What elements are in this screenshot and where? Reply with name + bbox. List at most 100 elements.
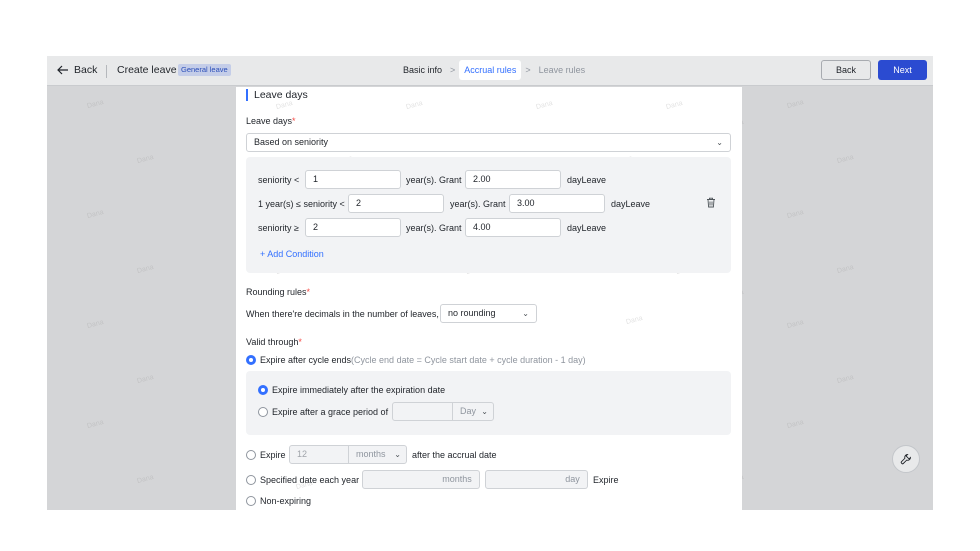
expire-unit-select[interactable]: months ⌄ [348,445,407,464]
watermark: Dana [136,373,155,386]
condition-2-suffix: dayLeave [611,199,651,209]
chevron-down-icon: ⌄ [481,407,488,416]
back-link[interactable]: Back [57,64,97,76]
step-basic-info[interactable]: Basic info [399,60,446,80]
watermark: Dana [786,418,805,431]
condition-1-years-input[interactable]: 1 [305,170,401,189]
watermark: Dana [786,318,805,331]
chevron-right-icon: > [450,65,456,75]
leave-days-label: Leave days* [246,116,296,126]
radio-expire-grace-period[interactable] [258,407,268,417]
watermark: Dana [86,208,105,221]
watermark: Dana [136,263,155,276]
app-frame: Dana Dana Dana Dana Dana Dana Dana Dana … [47,56,933,510]
condition-1-suffix: dayLeave [567,175,607,185]
section-title: Leave days [246,89,308,101]
step-leave-rules[interactable]: Leave rules [535,60,590,80]
radio-specified-date[interactable] [246,475,256,485]
specified-date-label: Specified date each year [260,475,360,485]
rounding-desc: When there're decimals in the number of … [246,309,439,319]
grace-period-label: Expire after a grace period of [272,407,389,417]
add-condition-link[interactable]: + Add Condition [260,248,324,260]
back-label: Back [74,64,98,76]
chevron-down-icon: ⌄ [716,138,723,147]
months-unit: months [435,470,480,489]
watermark: Dana [836,373,855,386]
condition-3-years-input[interactable]: 2 [305,218,401,237]
watermark: Dana [275,99,294,112]
rounding-select[interactable]: no rounding ⌄ [440,304,537,323]
stepper: Basic info > Accrual rules > Leave rules [399,60,589,80]
expire-after-cycle-option: Expire after cycle ends(Cycle end date =… [260,354,586,366]
back-button[interactable]: Back [821,60,871,80]
condition-1-prefix: seniority < [258,175,300,185]
wrench-icon [900,454,911,465]
required-mark: * [292,116,296,126]
watermark: Dana [405,99,424,112]
grace-period-unit-select[interactable]: Day ⌄ [452,402,494,421]
radio-expire-immediately[interactable] [258,385,268,395]
chevron-down-icon: ⌄ [522,309,529,318]
specified-month-input[interactable] [362,470,436,489]
valid-through-label: Valid through* [246,337,302,347]
leave-days-basis-select[interactable]: Based on seniority ⌄ [246,133,731,152]
required-mark: * [298,337,302,347]
step-accrual-rules[interactable]: Accrual rules [459,60,522,80]
trash-icon[interactable] [706,197,716,208]
condition-2-years-input[interactable]: 2 [348,194,444,213]
watermark: Dana [786,208,805,221]
next-button[interactable]: Next [878,60,927,80]
top-bar: Back Create leave General leave Basic in… [47,56,933,86]
cycle-end-hint: (Cycle end date = Cycle start date + cyc… [351,355,586,365]
required-mark: * [306,287,311,297]
chevron-right-icon: > [525,65,531,75]
form-panel: Leave days Dana Dana Dana Dana Dana Dana… [236,87,742,510]
watermark: Dana [665,99,684,112]
condition-1-grant-input[interactable]: 2.00 [465,170,561,189]
expire-immediately-label: Expire immediately after the expiration … [272,385,446,395]
specified-day-input[interactable] [485,470,559,489]
arrow-left-icon [57,65,68,75]
leave-type-badge: General leave [178,64,231,76]
radio-non-expiring[interactable] [246,496,256,506]
condition-3-prefix: seniority ≥ [258,223,299,233]
rounding-rules-label: Rounding rules* [246,287,310,297]
day-unit: day [558,470,588,489]
watermark: Dana [136,153,155,166]
condition-1-grant-text: year(s). Grant [406,175,462,185]
expire-after-cycle-label: Expire after cycle ends [260,355,352,365]
condition-2-prefix: 1 year(s) ≤ seniority < [258,199,345,209]
grace-period-unit: Day [460,406,477,416]
watermark: Dana [86,318,105,331]
non-expiring-label: Non-expiring [260,496,312,506]
watermark: Dana [625,314,644,327]
watermark: Dana [136,473,155,486]
rounding-rules-label-text: Rounding rules [246,287,307,297]
condition-2-grant-text: year(s). Grant [450,199,506,209]
condition-2-grant-input[interactable]: 3.00 [509,194,605,213]
leave-days-basis-value: Based on seniority [254,137,329,147]
page-title: Create leave [117,64,177,76]
expire-label: Expire [260,450,286,460]
watermark: Dana [836,153,855,166]
expire-unit: months [356,449,386,459]
watermark: Dana [535,99,554,112]
chevron-down-icon: ⌄ [394,450,401,459]
condition-3-suffix: dayLeave [567,223,607,233]
watermark: Dana [836,263,855,276]
rounding-value: no rounding [448,308,496,318]
valid-through-label-text: Valid through [246,337,299,347]
condition-3-grant-text: year(s). Grant [406,223,462,233]
leave-days-label-text: Leave days [246,116,293,126]
specified-expire-text: Expire [593,475,619,485]
radio-expire-months[interactable] [246,450,256,460]
after-accrual-text: after the accrual date [412,450,497,460]
expire-months-input[interactable]: 12 [289,445,349,464]
radio-expire-after-cycle[interactable] [246,355,256,365]
grace-period-input[interactable] [392,402,453,421]
condition-3-grant-input[interactable]: 4.00 [465,218,561,237]
watermark: Dana [786,98,805,111]
watermark: Dana [86,98,105,111]
tools-button[interactable] [892,445,920,473]
watermark: Dana [86,418,105,431]
